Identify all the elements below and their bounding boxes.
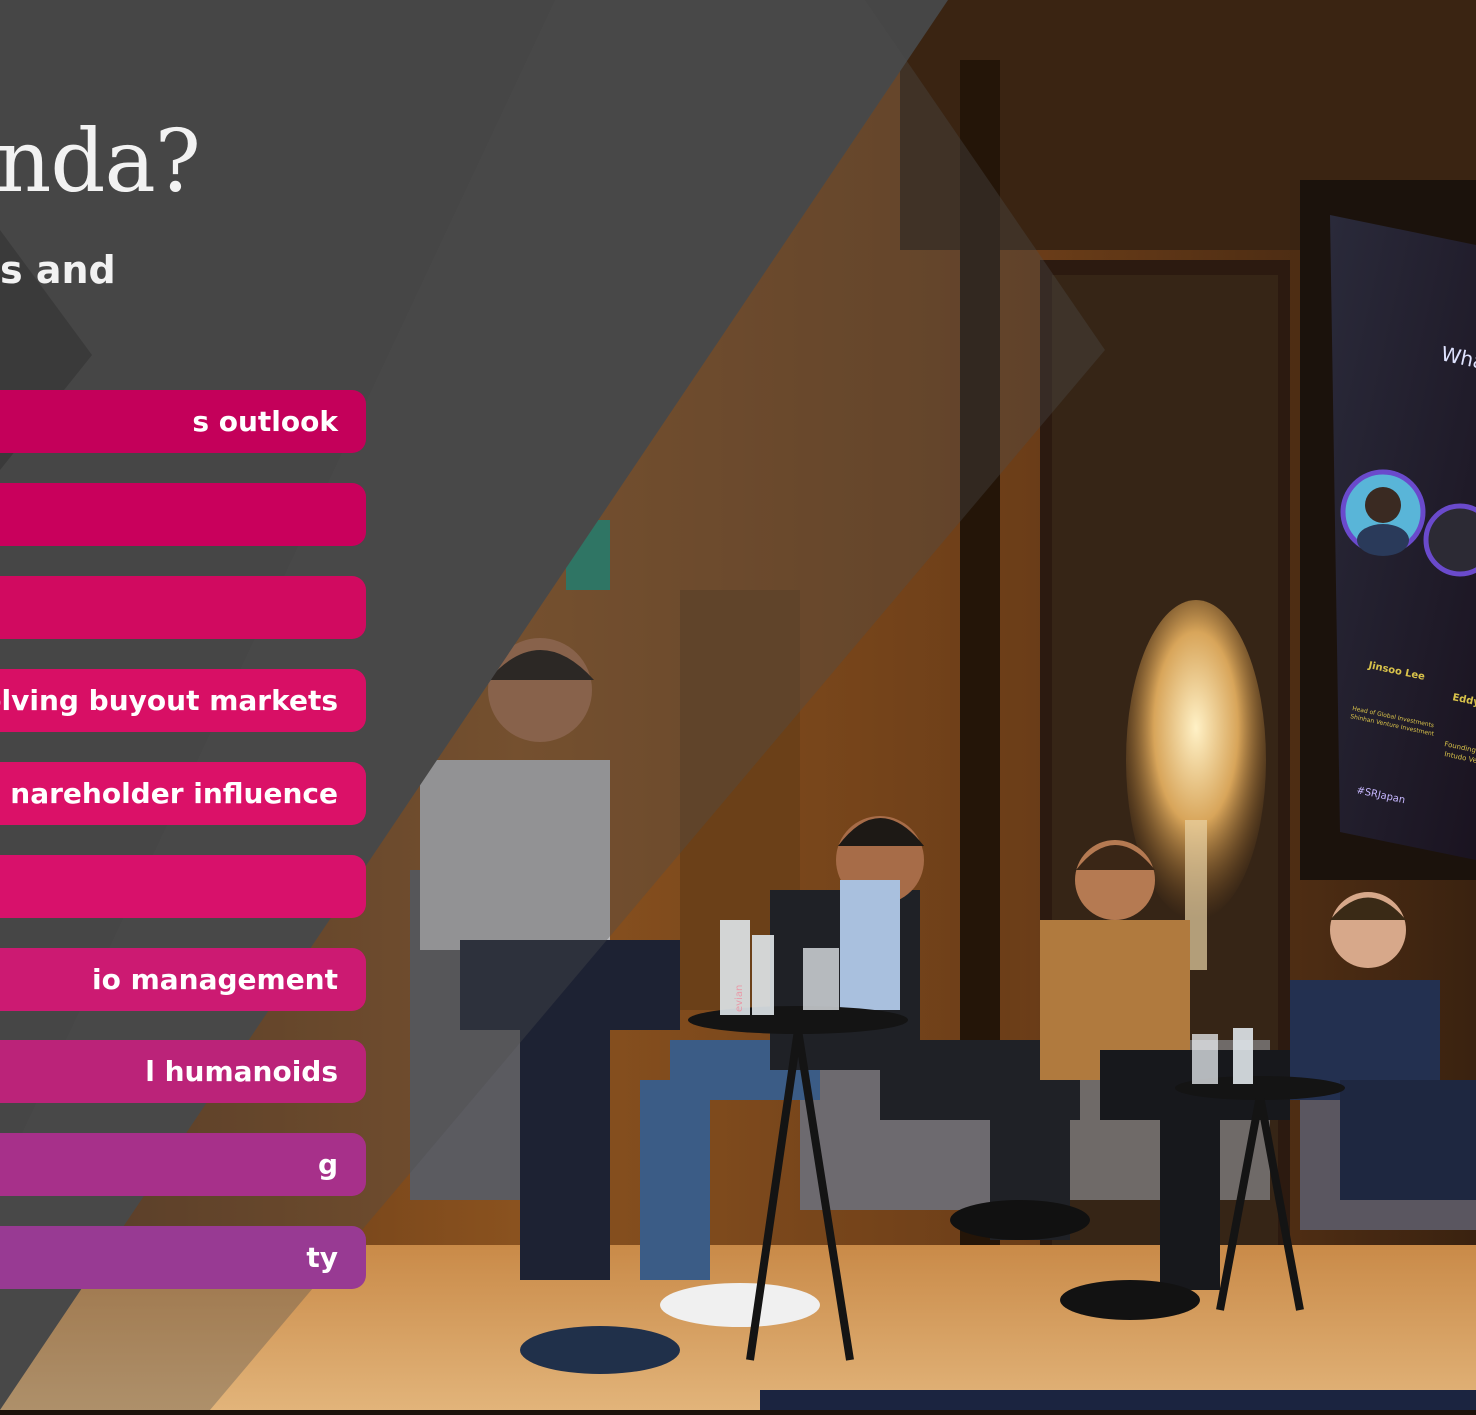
agenda-topic[interactable]: nareholder influence [0,762,366,825]
agenda-subheading: s and [0,248,116,292]
agenda-heading: nda? [0,112,201,212]
agenda-topic[interactable] [0,483,366,546]
agenda-topic[interactable]: ty [0,1226,366,1289]
agenda-topic[interactable]: volving buyout markets [0,669,366,732]
agenda-topic[interactable]: s outlook [0,390,366,453]
agenda-topic[interactable]: g [0,1133,366,1196]
agenda-topic[interactable] [0,576,366,639]
agenda-topic[interactable]: io management [0,948,366,1011]
agenda-topic[interactable] [0,855,366,918]
agenda-topic[interactable]: l humanoids [0,1040,366,1103]
